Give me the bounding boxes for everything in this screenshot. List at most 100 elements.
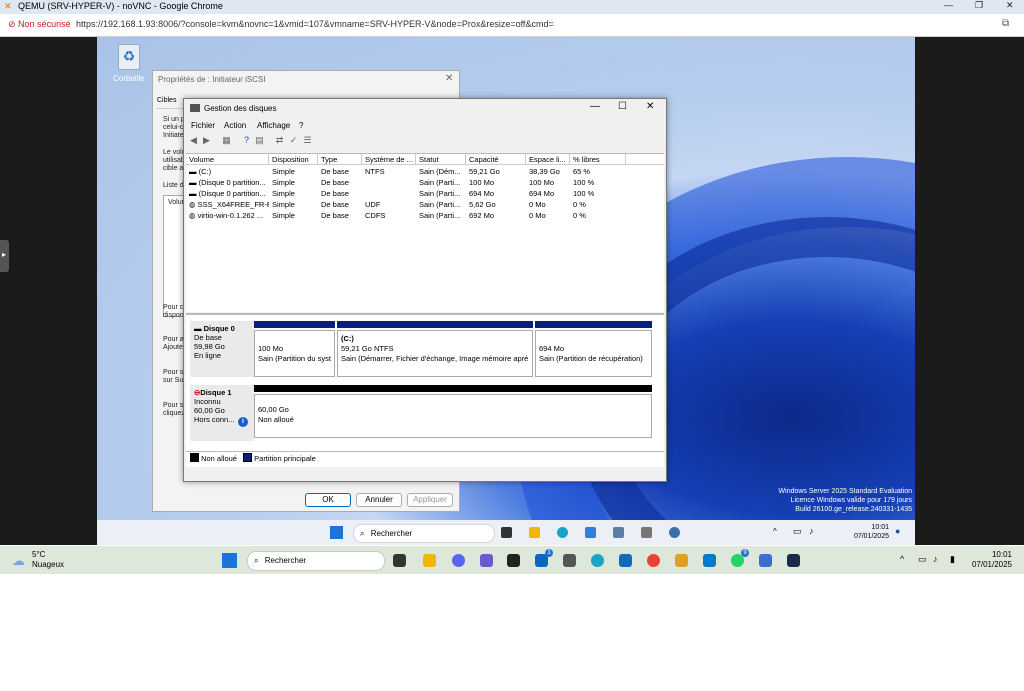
disk-management-taskbar-icon[interactable] — [641, 527, 652, 538]
table-row[interactable]: ▬ (Disque 0 partition... Simple De base … — [186, 188, 664, 199]
chevron-up-icon[interactable]: ^ — [773, 527, 777, 536]
vscode-icon[interactable] — [703, 554, 716, 567]
table-body: ▬ (C:) Simple De base NTFS Sain (Dém... … — [186, 166, 664, 222]
partition-bar — [337, 321, 533, 328]
search-box[interactable]: ⌕ Rechercher — [353, 524, 495, 543]
chrome-icon[interactable] — [647, 554, 660, 567]
close-button[interactable]: ✕ — [1006, 0, 1014, 11]
snipping-tool-icon[interactable] — [563, 554, 576, 567]
menu-file[interactable]: Fichier — [191, 121, 215, 130]
disk-graphical-view[interactable]: ▬ Disque 0 De base 59,98 Go En ligne 100… — [186, 313, 664, 467]
column-status[interactable]: Statut — [416, 154, 466, 165]
cloud-icon[interactable]: ☁ — [12, 553, 25, 569]
close-button[interactable]: ✕ — [646, 101, 654, 112]
free-space-cell: 38,39 Go — [529, 167, 560, 176]
table-row[interactable]: ◍ SSS_X64FREE_FR-F... Simple De base UDF… — [186, 199, 664, 210]
file-explorer-icon[interactable] — [529, 527, 540, 538]
iscsi-taskbar-icon[interactable] — [669, 527, 680, 538]
discord-icon[interactable] — [452, 554, 465, 567]
novnc-control-handle[interactable]: ▸ — [0, 240, 9, 272]
menu-view[interactable]: Affichage — [257, 121, 290, 130]
volume-table[interactable]: Volume Disposition Type Système de ... S… — [186, 153, 664, 312]
info-text: Ajoute — [163, 344, 183, 351]
table-row[interactable]: ◍ virtio-win-0.1.262 ... Simple De base … — [186, 210, 664, 221]
start-icon[interactable] — [222, 553, 237, 568]
disk0-label[interactable]: ▬ Disque 0 De base 59,98 Go En ligne — [190, 321, 254, 377]
close-icon[interactable]: ✕ — [445, 73, 453, 84]
connect-icon[interactable]: ⇄ — [274, 135, 285, 146]
server-manager-icon[interactable] — [613, 527, 624, 538]
forward-icon[interactable]: ▶ — [201, 135, 212, 146]
edge-icon[interactable] — [591, 554, 604, 567]
host-taskbar: ☁ 5°C Nuageux ⌕ Rechercher 1 9 ^ ▭ ♪ ▮ 1… — [0, 546, 1024, 574]
menu-help[interactable]: ? — [299, 121, 303, 130]
network-icon[interactable]: ▭ — [793, 526, 802, 537]
network-icon[interactable]: ▭ — [918, 554, 927, 565]
column-volume[interactable]: Volume — [186, 154, 269, 165]
table-row[interactable]: ▬ (C:) Simple De base NTFS Sain (Dém... … — [186, 166, 664, 177]
type-cell: De base — [321, 178, 349, 187]
not-secure-badge[interactable]: ⊘ Non sécurisé — [8, 19, 71, 30]
battery-icon[interactable]: ▮ — [950, 554, 955, 565]
table-row[interactable]: ▬ (Disque 0 partition... Simple De base … — [186, 177, 664, 188]
url-text[interactable]: https://192.168.1.93:8006/?console=kvm&n… — [76, 19, 554, 29]
ok-button[interactable]: OK — [305, 493, 351, 507]
column-free-space[interactable]: Espace li... — [526, 154, 570, 165]
console-tree-icon[interactable]: ▦ — [221, 135, 232, 146]
windows-watermark: Windows Server 2025 Standard Evaluation … — [770, 487, 912, 514]
apply-button[interactable]: Appliquer — [407, 493, 453, 507]
task-view-icon[interactable] — [501, 527, 512, 538]
column-layout[interactable]: Disposition — [269, 154, 318, 165]
disk1-label[interactable]: ⊖Disque 1 Inconnu 60,00 Go Hors conn... — [190, 385, 254, 441]
address-bar[interactable]: ⊘ Non sécurisé https://192.168.1.93:8006… — [0, 14, 1024, 37]
clock[interactable]: 10:01 07/01/2025 — [837, 523, 889, 541]
task-view-icon[interactable] — [393, 554, 406, 567]
cancel-button[interactable]: Annuler — [356, 493, 402, 507]
maximize-button[interactable]: ☐ — [618, 101, 627, 112]
column-capacity[interactable]: Capacité — [466, 154, 526, 165]
translate-icon[interactable]: ⧉ — [1002, 18, 1009, 29]
app-icon-3[interactable] — [787, 554, 800, 567]
restore-button[interactable]: ❐ — [975, 0, 983, 11]
disk1-unallocated[interactable]: 60,00 Go Non alloué — [254, 394, 652, 438]
edge-icon[interactable] — [557, 527, 568, 538]
weather-temp[interactable]: 5°C — [32, 550, 45, 559]
checklist-icon[interactable]: ✓ — [288, 135, 299, 146]
layout-cell: Simple — [272, 189, 295, 198]
properties-icon[interactable]: ▤ — [254, 135, 265, 146]
clock[interactable]: 10:01 07/01/2025 — [960, 550, 1012, 570]
help-icon[interactable]: ? — [241, 135, 252, 146]
notification-bell-icon[interactable]: ● — [895, 526, 900, 536]
column-filesystem[interactable]: Système de ... — [362, 154, 416, 165]
recycle-bin-icon[interactable]: ♻ — [118, 44, 140, 70]
app-icon-2[interactable] — [675, 554, 688, 567]
minimize-button[interactable]: — — [944, 0, 953, 10]
store-icon[interactable] — [585, 527, 596, 538]
powershell-icon[interactable] — [759, 554, 772, 567]
volume-icon[interactable]: ♪ — [809, 526, 814, 536]
column-percent-free[interactable]: % libres — [570, 154, 626, 165]
disk0-partition-c[interactable]: (C:) 59,21 Go NTFS Sain (Démarrer, Fichi… — [337, 330, 533, 377]
disk-icon: ▬ — [194, 324, 204, 333]
chevron-up-icon[interactable]: ^ — [900, 554, 904, 564]
tab-targets[interactable]: Cibles — [157, 97, 176, 104]
volume-icon[interactable]: ♪ — [933, 554, 938, 564]
minimize-button[interactable]: — — [590, 101, 600, 112]
disk0-partition-recovery[interactable]: 694 Mo Sain (Partition de récupération) — [535, 330, 652, 377]
weather-desc[interactable]: Nuageux — [32, 560, 64, 569]
disk-management-window[interactable]: Gestion des disques — ☐ ✕ Fichier Action… — [183, 98, 667, 482]
start-icon[interactable] — [330, 526, 343, 539]
menu-action[interactable]: Action — [224, 121, 246, 130]
terminal-icon[interactable] — [507, 554, 520, 567]
remote-taskbar: ⌕ Rechercher ^ ▭ ♪ 10:01 07/01/2025 ● — [97, 520, 915, 545]
list-view-icon[interactable]: ☰ — [302, 135, 313, 146]
search-box[interactable]: ⌕ Rechercher — [247, 551, 385, 571]
info-icon[interactable]: i — [238, 417, 248, 427]
outlook-icon[interactable] — [619, 554, 632, 567]
file-explorer-icon[interactable] — [423, 554, 436, 567]
disk0-partition-system[interactable]: 100 Mo Sain (Partition du syst — [254, 330, 335, 377]
column-type[interactable]: Type — [318, 154, 362, 165]
partition-bar — [254, 321, 335, 328]
app-icon[interactable] — [480, 554, 493, 567]
back-icon[interactable]: ◀ — [188, 135, 199, 146]
